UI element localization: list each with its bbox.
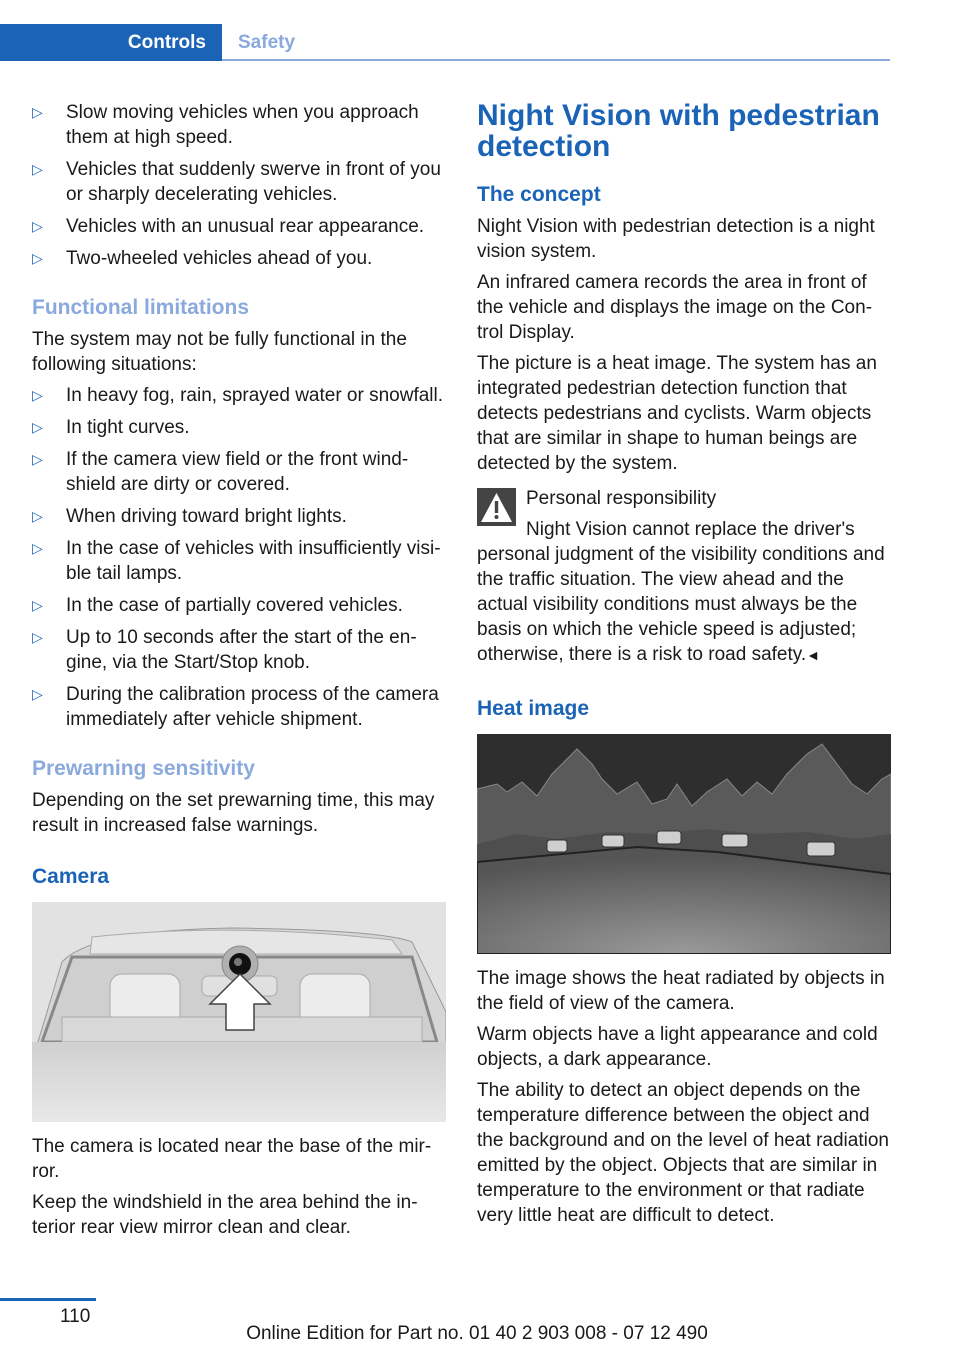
bullet-triangle-icon: ▷ [32,218,43,234]
list-item: ▷ Slow moving vehicles when you approach … [32,102,419,148]
concept-paragraph: An infrared camera records the area in f… [477,272,873,343]
concept-paragraph: Night Vision with pedestrian detection i… [477,216,875,262]
section-tabs: Controls Safety [0,24,890,61]
heat-image-paragraph: The ability to detect an object depends … [477,1080,889,1226]
tab-safety[interactable]: Safety [238,24,295,61]
bullet-triangle-icon: ▷ [32,104,43,120]
list-item: ▷ If the camera view field or the front w… [32,449,409,495]
list-item: ▷ In the case of partially covered vehicl… [32,595,403,616]
list-item: ▷ Two-wheeled vehicles ahead of you. [32,248,373,269]
list-item: ▷ When driving toward bright lights. [32,506,347,527]
heat-image-paragraph: The image shows the heat radiated by obj… [477,968,885,1014]
functional-limitations-heading: Functional limitations [32,296,250,319]
functional-limitations-intro: The system may not be fully functional i… [32,329,407,375]
bullet-triangle-icon: ▷ [32,419,43,435]
bullet-triangle-icon: ▷ [32,629,43,645]
warning-triangle-icon [477,488,516,526]
list-item: ▷ In the case of vehicles with insufficie… [32,538,441,584]
limitations-bullet-list: ▷ In heavy fog, rain, sprayed water or sn… [32,383,446,732]
list-item: ▷ In heavy fog, rain, sprayed water or sn… [32,385,444,406]
tab-controls[interactable]: Controls [0,24,222,61]
bullet-triangle-icon: ▷ [32,540,43,556]
concept-paragraph: The picture is a heat image. The system … [477,353,877,474]
concept-heading: The concept [477,183,601,206]
warning-title: Personal responsibility [526,488,717,509]
left-column: ▷ Slow moving vehicles when you approach … [32,100,446,1246]
right-column: Night Vision with pedestrian detection T… [477,100,891,1234]
warning-text: Night Vision cannot replace the driver's… [477,519,885,665]
camera-location-figure [32,902,446,1122]
bullet-triangle-icon: ▷ [32,597,43,613]
bullet-triangle-icon: ▷ [32,686,43,702]
list-item: ▷ In tight curves. [32,417,190,438]
page-title: Night Vision with pedestrian detection [477,99,880,163]
heat-image-heading: Heat image [477,697,590,720]
prewarning-heading: Prewarning sensitivity [32,757,255,780]
bullet-triangle-icon: ▷ [32,508,43,524]
intro-bullet-list: ▷ Slow moving vehicles when you approach … [32,100,446,271]
bullet-triangle-icon: ▷ [32,250,43,266]
camera-location-text: The camera is located near the base of t… [32,1136,432,1182]
bullet-triangle-icon: ▷ [32,387,43,403]
camera-heading: Camera [32,865,110,888]
bullet-triangle-icon: ▷ [32,451,43,467]
heat-image-figure [477,734,891,954]
list-item: ▷ Vehicles with an unusual rear appearanc… [32,216,425,237]
warning-note: Personal responsibility Night Vision can… [477,486,891,668]
footer-accent-line [0,1298,96,1301]
thermal-scene-illustration [477,734,891,954]
list-item: ▷ Up to 10 seconds after the start of the… [32,627,417,673]
end-mark-icon: ◄ [806,647,820,663]
camera-cleaning-text: Keep the windshield in the area behind t… [32,1192,418,1238]
car-windshield-illustration [32,902,446,1122]
heat-image-paragraph: Warm objects have a light appearance and… [477,1024,878,1070]
list-item: ▷ Vehicles that suddenly swerve in front … [32,159,441,205]
prewarning-text: Depending on the set prewarning time, th… [32,790,435,836]
tab-underline [222,59,890,61]
edition-footer: Online Edition for Part no. 01 40 2 903 … [246,1323,708,1344]
list-item: ▷ During the calibration process of the c… [32,684,439,730]
bullet-triangle-icon: ▷ [32,161,43,177]
